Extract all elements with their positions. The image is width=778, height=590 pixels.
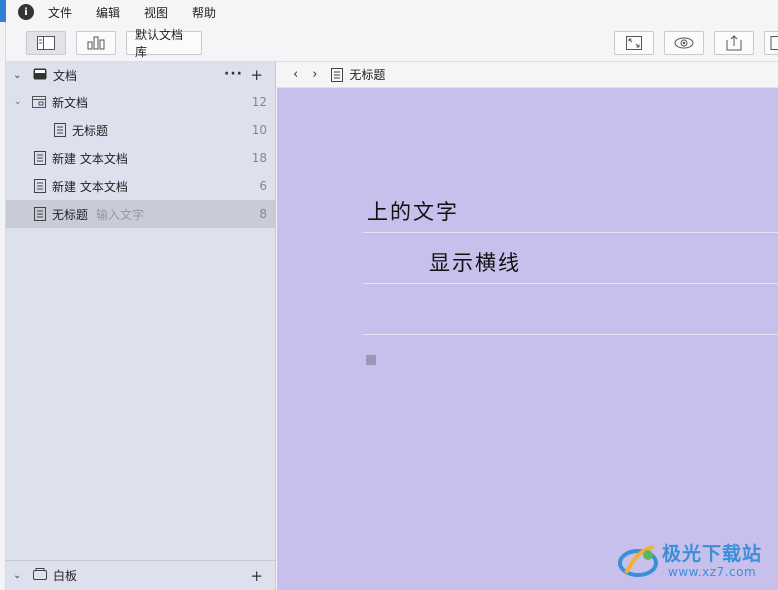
menu-help[interactable]: 帮助 — [192, 4, 216, 21]
document-icon — [770, 36, 778, 50]
item-label: 新建 文本文档 — [52, 179, 128, 194]
export-button[interactable] — [714, 31, 754, 55]
editor-line-1[interactable]: 上的文字 — [367, 196, 459, 226]
inbox-icon — [33, 68, 47, 83]
watermark-logo-icon — [618, 545, 658, 577]
sidebar-footer-whiteboard[interactable]: ⌄ 白板 + — [6, 560, 275, 590]
chevron-down-icon[interactable]: ⌄ — [13, 70, 25, 81]
document-icon — [331, 67, 344, 82]
editor-line-2[interactable]: 显示横线 — [429, 247, 521, 277]
watermark-brand: 极光下载站 — [662, 543, 763, 565]
export-icon — [726, 35, 742, 51]
preview-eye-icon — [674, 37, 694, 49]
sidebar-toggle-button[interactable] — [26, 31, 66, 55]
document-icon — [34, 179, 46, 193]
library-label: 默认文档库 — [135, 28, 184, 59]
structure-button[interactable] — [76, 31, 116, 55]
more-toolbar-button[interactable] — [764, 31, 778, 55]
add-icon[interactable]: + — [250, 567, 263, 585]
item-count: 18 — [251, 151, 267, 165]
back-arrow-icon[interactable]: ‹ — [293, 67, 298, 82]
item-count: 6 — [259, 179, 267, 193]
menu-view[interactable]: 视图 — [144, 4, 168, 21]
fullscreen-button[interactable] — [614, 31, 654, 55]
preview-button[interactable] — [664, 31, 704, 55]
item-count: 8 — [259, 207, 267, 221]
sidebar-footer-title: 白板 — [53, 569, 78, 583]
folder-row[interactable]: ⌄ 新文档 12 — [6, 88, 275, 116]
forward-arrow-icon[interactable]: › — [312, 67, 317, 82]
horizontal-rule — [363, 232, 778, 233]
sidebar-header-documents[interactable]: ⌄ 文档 ··· + — [6, 62, 275, 88]
editor-area[interactable]: 上的文字 显示横线 — [277, 88, 778, 590]
library-selector[interactable]: 默认文档库 — [126, 28, 202, 59]
whiteboard-icon — [33, 568, 47, 583]
item-preview: 输入文字 — [96, 207, 145, 222]
list-item[interactable]: 新建 文本文档 18 — [6, 144, 275, 172]
document-icon — [34, 207, 46, 221]
list-bullet — [366, 355, 376, 365]
toolbar: 默认文档库 — [6, 24, 778, 62]
sidebar-header-title: 文档 — [53, 68, 78, 83]
structure-icon — [87, 36, 105, 50]
chevron-down-icon[interactable]: ⌄ — [13, 570, 25, 581]
chevron-down-icon[interactable]: ⌄ — [14, 97, 24, 107]
sidebar-toggle-icon — [37, 36, 55, 50]
more-options-icon[interactable]: ··· — [224, 66, 243, 82]
horizontal-rule — [363, 283, 778, 284]
sidebar: ⌄ 文档 ··· + ⌄ 新文档 12 无标题 10 新建 文本文档 18 新建 — [6, 62, 276, 590]
document-icon — [34, 151, 46, 165]
item-label: 无标题 — [72, 123, 109, 138]
folder-icon — [32, 96, 46, 108]
item-count: 10 — [251, 123, 267, 137]
item-label: 新建 文本文档 — [52, 151, 128, 166]
list-item[interactable]: 无标题 10 — [6, 116, 275, 144]
menu-edit[interactable]: 编辑 — [96, 4, 120, 21]
info-icon[interactable]: i — [18, 4, 34, 20]
document-icon — [54, 123, 66, 137]
item-label: 无标题 — [52, 207, 89, 222]
fullscreen-icon — [626, 36, 642, 50]
breadcrumb-title[interactable]: 无标题 — [349, 66, 385, 83]
watermark-url: www.xz7.com — [668, 565, 757, 579]
add-icon[interactable]: + — [250, 66, 263, 84]
list-item[interactable]: 新建 文本文档 6 — [6, 172, 275, 200]
editor-nav: ‹ › 无标题 — [277, 62, 778, 88]
menu-file[interactable]: 文件 — [48, 4, 72, 21]
watermark: 极光下载站 www.xz7.com — [618, 539, 778, 585]
menu-bar: i 文件 编辑 视图 帮助 — [6, 0, 778, 24]
item-count: 12 — [251, 95, 267, 109]
list-item-selected[interactable]: 无标题 输入文字 8 — [6, 200, 275, 228]
folder-label: 新文档 — [52, 95, 89, 110]
horizontal-rule — [363, 334, 778, 335]
